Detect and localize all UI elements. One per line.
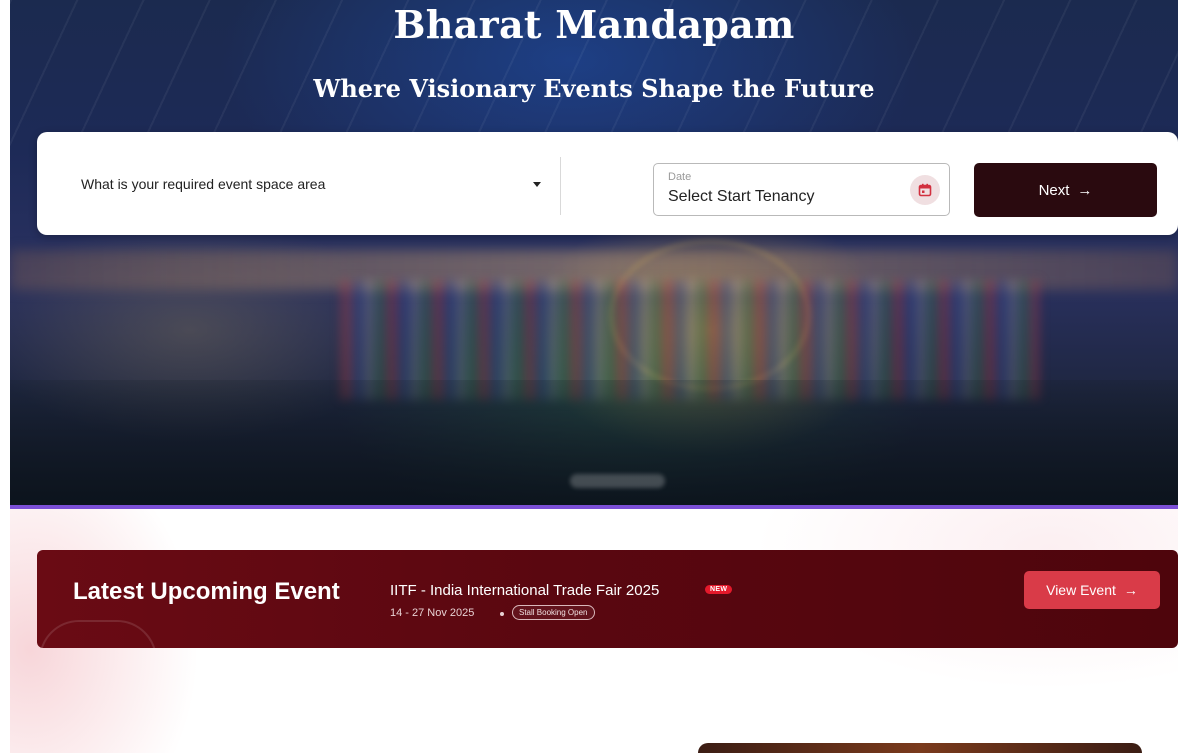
upcoming-event-heading: Latest Upcoming Event <box>73 578 340 605</box>
next-button[interactable]: Next → <box>974 163 1157 217</box>
next-button-label: Next <box>1038 181 1070 199</box>
start-date-field[interactable]: Date Select Start Tenancy <box>653 163 950 216</box>
page-subtitle: Where Visionary Events Shape the Future <box>313 74 875 103</box>
dot-separator <box>500 612 504 616</box>
carousel-dots[interactable] <box>570 474 665 488</box>
arrow-right-icon: → <box>1123 582 1138 598</box>
page-title: Bharat Mandapam <box>393 2 795 47</box>
arrow-right-icon: → <box>1077 181 1093 199</box>
event-name: IITF - India International Trade Fair 20… <box>390 582 660 599</box>
date-field-value: Select Start Tenancy <box>668 188 815 205</box>
new-badge: NEW <box>705 585 733 594</box>
chevron-down-icon <box>533 181 541 187</box>
booking-search-card: What is your required event space area D… <box>37 132 1178 235</box>
status-badge: Stall Booking Open <box>512 605 595 620</box>
event-dates: 14 - 27 Nov 2025 <box>390 607 475 619</box>
view-event-button[interactable]: View Event → <box>1024 571 1160 609</box>
upcoming-event-banner: Latest Upcoming Event IITF - India Inter… <box>37 550 1178 648</box>
date-field-label: Date <box>668 171 692 183</box>
teaser-image <box>698 743 1142 753</box>
venue-watermark-icon <box>39 620 157 648</box>
event-space-area-label: What is your required event space area <box>81 176 326 192</box>
event-space-area-select[interactable]: What is your required event space area <box>81 172 541 196</box>
view-event-button-label: View Event <box>1046 582 1116 598</box>
card-divider <box>560 157 561 215</box>
calendar-icon[interactable] <box>910 175 940 205</box>
